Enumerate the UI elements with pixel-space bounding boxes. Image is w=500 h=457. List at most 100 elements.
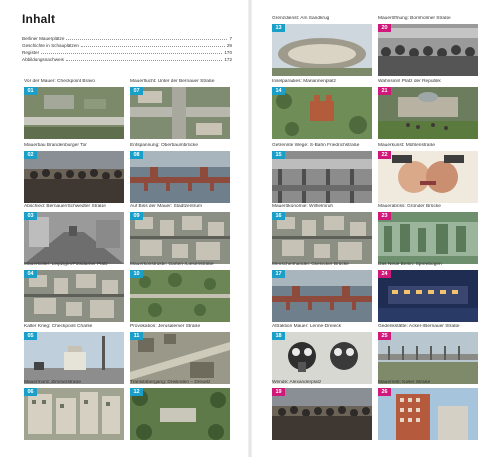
place-entry[interactable]: Wahnsinn! Platz der Republik 21: [378, 79, 478, 139]
toc-entry-page: 7: [229, 36, 232, 41]
place-photo: 25: [378, 332, 478, 384]
place-caption: Gedenkstätte: Acker-/Bernauer Straße: [378, 324, 460, 329]
toc-entry-label: Berliner Mauerplätze: [22, 36, 65, 41]
place-number-badge: 14: [272, 87, 285, 95]
place-number-badge: 12: [130, 388, 143, 396]
place-photo: 23: [378, 212, 478, 264]
place-caption: Mauerabriss: Gründer Brücke: [378, 204, 441, 209]
place-entry[interactable]: Entspannung: Oberbaumbrücke 08: [130, 143, 230, 203]
toc-entry-label: Register: [22, 49, 40, 55]
place-entry[interactable]: Menschenhandel: Glienicker Brücke 17: [272, 262, 372, 322]
place-number-badge: 10: [130, 270, 143, 278]
place-number-badge: 02: [24, 151, 37, 159]
place-photo: 14: [272, 87, 372, 139]
place-photo: 08: [130, 151, 230, 203]
place-entry[interactable]: Provokation: Jerusalemer Straße 11: [130, 324, 230, 384]
place-caption: Grenzdienst: Am Sandkrug: [272, 16, 330, 21]
place-number-badge: 08: [130, 151, 143, 159]
place-photo: 04: [24, 270, 124, 322]
place-caption: Auf Biss der Mauer: Stadtzentrum: [130, 204, 202, 209]
place-number-badge: 13: [272, 24, 285, 32]
place-number-badge: 16: [272, 212, 285, 220]
place-entry[interactable]: Auf Biss der Mauer: Stadtzentrum 09: [130, 204, 230, 264]
place-entry[interactable]: Das Neue Berlin: Spreebogen 24: [378, 262, 478, 322]
place-entry[interactable]: Kalter Krieg: Checkpoint Charlie 05: [24, 324, 124, 384]
place-number-badge: 06: [24, 388, 37, 396]
place-number-badge: 22: [378, 151, 391, 159]
place-caption: Attraktion Mauer: Lenné-Dreieck: [272, 324, 342, 329]
toc-entry[interactable]: Berliner Mauerplätze 7: [22, 36, 232, 43]
place-entry[interactable]: Mauerkoller: Leipziger/Potsdamer Platz 04: [24, 262, 124, 322]
place-number-badge: 04: [24, 270, 37, 278]
place-number-badge: 19: [272, 388, 285, 396]
place-entry[interactable]: Transitübergang: Dreilinden – Drewitz 12: [130, 380, 230, 440]
place-entry[interactable]: Mauerrest: Kieler Straße 26: [378, 380, 478, 440]
place-caption: Mauerökonomie: Wilhelmruh: [272, 204, 334, 209]
place-entry[interactable]: Grenzdienst: Am Sandkrug 13: [272, 16, 372, 76]
place-entry[interactable]: Abschied: Bernauer/Schwedter Straße 03: [24, 204, 124, 264]
place-entry[interactable]: Maueröffnung: Bornholmer Straße 20: [378, 16, 478, 76]
toc-leader-dots: [66, 39, 228, 40]
place-photo: 15: [272, 151, 372, 203]
place-entry[interactable]: Mauerökonomie: Wilhelmruh 16: [272, 204, 372, 264]
place-caption: Transitübergang: Dreilinden – Drewitz: [130, 380, 211, 385]
place-caption: Vor der Mauer: Checkpoint Bravo: [24, 79, 95, 84]
place-photo: 12: [130, 388, 230, 440]
place-number-badge: 26: [378, 388, 391, 396]
toc-list: Berliner Mauerplätze 7 Geschichte in Schau…: [22, 36, 232, 64]
place-photo: 07: [130, 87, 230, 139]
place-photo: 16: [272, 212, 372, 264]
place-photo: 26: [378, 388, 478, 440]
place-entry[interactable]: Vor der Mauer: Checkpoint Bravo 01: [24, 79, 124, 139]
place-caption: Maueröffnung: Bornholmer Straße: [378, 16, 451, 21]
place-number-badge: 23: [378, 212, 391, 220]
place-number-badge: 18: [272, 332, 285, 340]
place-caption: Menschenhandel: Glienicker Brücke: [272, 262, 349, 267]
place-photo: 10: [130, 270, 230, 322]
place-caption: Mauerbau Brandenburger Tor: [24, 143, 87, 148]
toc-entry-label: Geschichte in Schauplätzen: [22, 42, 79, 48]
place-entry[interactable]: Gedenkstätte: Acker-/Bernauer Straße 25: [378, 324, 478, 384]
place-entry[interactable]: Inselparadies: Mariannenplatz 14: [272, 79, 372, 139]
place-photo: 03: [24, 212, 124, 264]
toc-leader-dots: [80, 45, 225, 47]
place-photo: 01: [24, 87, 124, 139]
place-number-badge: 05: [24, 332, 37, 340]
place-photo: 05: [24, 332, 124, 384]
place-caption: Mauerkunst: Mühlenstraße: [378, 143, 436, 148]
place-caption: Kalter Krieg: Checkpoint Charlie: [24, 324, 93, 329]
place-photo: 06: [24, 388, 124, 440]
place-caption: Abschied: Bernauer/Schwedter Straße: [24, 204, 106, 209]
toc-entry-page: 170: [224, 49, 232, 55]
place-photo: 19: [272, 388, 372, 440]
toc-title: Inhalt: [22, 12, 56, 26]
place-entry[interactable]: Mauerkonstrukte: Garten-/Liesenstraße 10: [130, 262, 230, 322]
place-entry[interactable]: Mauerflucht: Unter der Bernauer Straße 07: [130, 79, 230, 139]
place-entry[interactable]: Mauermord: Zimmerstraße 06: [24, 380, 124, 440]
toc-entry[interactable]: Abbildungsnachweis 172: [22, 57, 232, 64]
toc-entry[interactable]: Geschichte in Schauplätzen 29: [22, 43, 232, 50]
place-entry[interactable]: Attraktion Mauer: Lenné-Dreieck 18: [272, 324, 372, 384]
place-entry[interactable]: Mauerkunst: Mühlenstraße 22: [378, 143, 478, 203]
place-caption: Entspannung: Oberbaumbrücke: [130, 143, 198, 148]
toc-entry-label: Abbildungsnachweis: [22, 56, 64, 62]
place-number-badge: 01: [24, 87, 37, 95]
place-caption: Inselparadies: Mariannenplatz: [272, 79, 336, 84]
toc-entry-page: 29: [226, 42, 232, 48]
place-number-badge: 20: [378, 24, 391, 32]
toc-leader-dots: [65, 59, 223, 61]
place-entry[interactable]: Mauerbau Brandenburger Tor 02: [24, 143, 124, 203]
place-caption: Mauermord: Zimmerstraße: [24, 380, 82, 385]
place-number-badge: 21: [378, 87, 391, 95]
toc-entry[interactable]: Register 170: [22, 50, 232, 57]
place-caption: Das Neue Berlin: Spreebogen: [378, 262, 442, 267]
place-photo: 21: [378, 87, 478, 139]
place-entry[interactable]: Wende: Alexanderplatz 19: [272, 380, 372, 440]
place-photo: 22: [378, 151, 478, 203]
place-entry[interactable]: Getrennte Wege: S-Bahn Friedrichstraße 15: [272, 143, 372, 203]
place-number-badge: 03: [24, 212, 37, 220]
place-photo: 09: [130, 212, 230, 264]
place-entry[interactable]: Mauerabriss: Gründer Brücke 23: [378, 204, 478, 264]
place-photo: 02: [24, 151, 124, 203]
place-photo: 20: [378, 24, 478, 76]
